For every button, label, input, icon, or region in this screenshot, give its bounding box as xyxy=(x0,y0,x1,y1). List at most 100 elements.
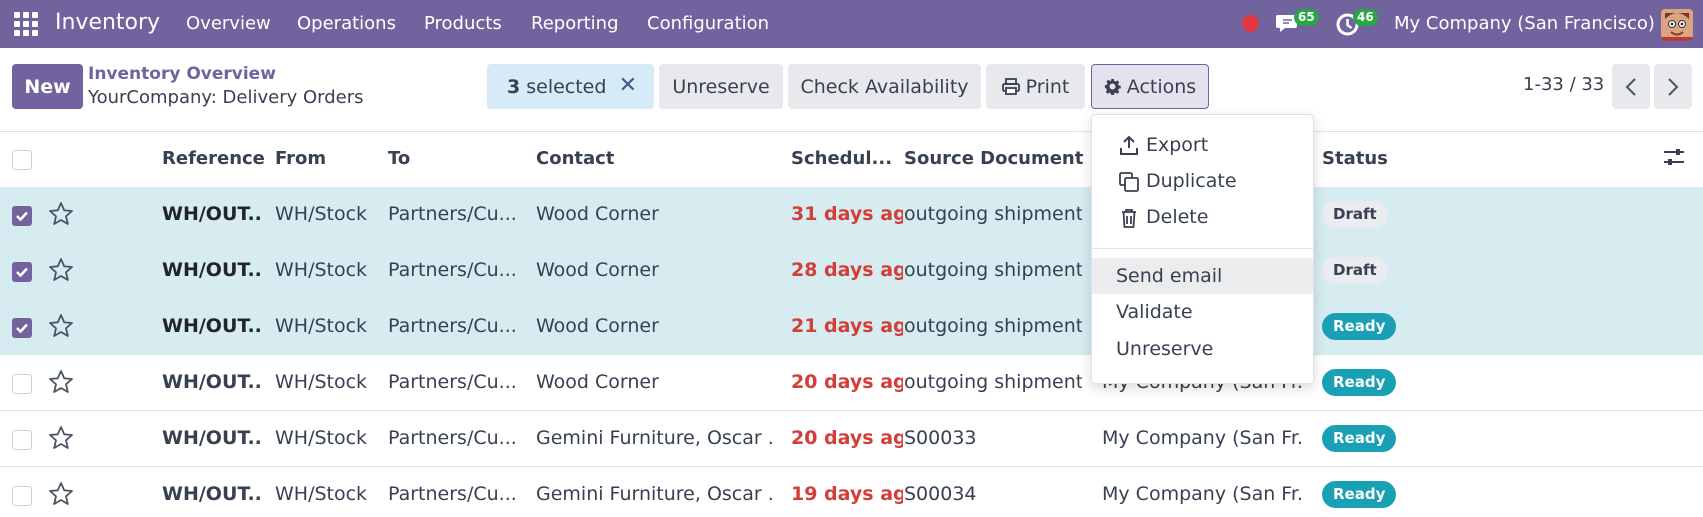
cell-from: WH/Stock xyxy=(275,203,368,225)
actions-dropdown-menu: Export Duplicate Delete Send email Valid… xyxy=(1091,114,1314,384)
table-row[interactable]: WH/OUT... WH/Stock Partners/Cu... Gemini Fu… xyxy=(0,467,1703,517)
upload-icon xyxy=(1120,135,1138,155)
cell-from: WH/Stock xyxy=(275,371,368,393)
menu-overview[interactable]: Overview xyxy=(186,13,271,34)
cell-from: WH/Stock xyxy=(275,427,368,449)
unreserve-button[interactable]: Unreserve xyxy=(659,64,783,109)
menu-reporting[interactable]: Reporting xyxy=(531,13,619,34)
table-row[interactable]: WH/OUT... WH/Stock Partners/Cu... Gemini Fu… xyxy=(0,411,1703,467)
print-button[interactable]: Print xyxy=(986,64,1085,109)
pager-value[interactable]: 1-33 / 33 xyxy=(1523,74,1604,95)
table-row[interactable]: WH/OUT... WH/Stock Partners/Cu... Wood Corn… xyxy=(0,243,1703,299)
printer-icon xyxy=(1001,78,1020,95)
priority-star-icon[interactable] xyxy=(48,481,74,507)
cell-from: WH/Stock xyxy=(275,483,368,505)
menu-item-delete-label: Delete xyxy=(1146,206,1209,228)
check-availability-button[interactable]: Check Availability xyxy=(788,64,981,109)
copy-icon xyxy=(1119,172,1139,192)
priority-star-icon[interactable] xyxy=(48,313,74,339)
cell-contact: Wood Corner xyxy=(536,315,659,337)
cell-reference: WH/OUT... xyxy=(162,371,262,393)
cell-scheduled: 20 days ago xyxy=(791,371,903,393)
menu-item-export-label: Export xyxy=(1146,134,1209,156)
new-button[interactable]: New xyxy=(12,64,83,109)
cell-reference: WH/OUT... xyxy=(162,259,262,281)
column-header-from[interactable]: From xyxy=(275,148,326,169)
menu-item-validate-label: Validate xyxy=(1116,301,1193,323)
cell-from: WH/Stock xyxy=(275,315,368,337)
row-checkbox[interactable] xyxy=(12,486,32,506)
column-header-source-document[interactable]: Source Document xyxy=(904,148,1083,169)
cell-source-document: S00033 xyxy=(904,427,977,449)
table-row[interactable]: WH/OUT... WH/Stock Partners/Cu... Wood Corn… xyxy=(0,355,1703,411)
chevron-left-icon xyxy=(1625,77,1636,96)
actions-button[interactable]: Actions xyxy=(1091,64,1209,109)
table-row[interactable]: WH/OUT... WH/Stock Partners/Cu... Wood Corn… xyxy=(0,299,1703,355)
table-row[interactable]: WH/OUT... WH/Stock Partners/Cu... Wood Corn… xyxy=(0,187,1703,243)
menu-configuration[interactable]: Configuration xyxy=(647,13,769,34)
activity-count-badge: 46 xyxy=(1353,9,1378,26)
row-checkbox[interactable] xyxy=(12,374,32,394)
apps-menu-icon[interactable] xyxy=(14,12,38,36)
cell-reference: WH/OUT... xyxy=(162,483,262,505)
menu-item-send-email[interactable]: Send email xyxy=(1092,258,1313,294)
menu-products[interactable]: Products xyxy=(424,13,502,34)
column-header-to[interactable]: To xyxy=(388,148,410,169)
chevron-right-icon xyxy=(1668,77,1679,96)
cell-company: My Company (San Fr... xyxy=(1102,427,1302,449)
status-badge: Ready xyxy=(1322,369,1397,396)
recording-indicator-icon[interactable] xyxy=(1242,15,1259,32)
column-header-scheduled[interactable]: Schedul... xyxy=(791,148,892,169)
breadcrumb-parent-link[interactable]: Inventory Overview xyxy=(88,64,276,84)
optional-columns-icon[interactable] xyxy=(1662,145,1686,169)
cell-company: My Company (San Fr... xyxy=(1102,483,1302,505)
menu-item-validate[interactable]: Validate xyxy=(1092,294,1313,330)
column-header-status[interactable]: Status xyxy=(1322,148,1388,169)
pager-previous-button[interactable] xyxy=(1612,64,1650,109)
status-badge: Ready xyxy=(1322,481,1397,508)
chat-count-badge: 65 xyxy=(1294,9,1319,26)
row-checkbox[interactable] xyxy=(12,430,32,450)
cell-contact: Gemini Furniture, Oscar ... xyxy=(536,483,774,505)
select-all-checkbox[interactable] xyxy=(12,150,32,170)
menu-item-duplicate[interactable]: Duplicate xyxy=(1092,163,1313,199)
menu-item-export[interactable]: Export xyxy=(1092,127,1313,163)
cell-scheduled: 31 days ago xyxy=(791,203,903,225)
column-header-contact[interactable]: Contact xyxy=(536,148,614,169)
gear-icon xyxy=(1104,78,1121,95)
actions-label: Actions xyxy=(1126,75,1197,98)
menu-item-unreserve[interactable]: Unreserve xyxy=(1092,331,1313,367)
row-checkbox[interactable] xyxy=(12,318,32,338)
cell-source-document: outgoing shipment xyxy=(904,315,1082,337)
user-avatar[interactable] xyxy=(1661,9,1693,41)
cell-reference: WH/OUT... xyxy=(162,315,262,337)
top-navbar: Inventory Overview Operations Products R… xyxy=(0,0,1703,48)
cell-contact: Wood Corner xyxy=(536,371,659,393)
priority-star-icon[interactable] xyxy=(48,369,74,395)
company-switcher[interactable]: My Company (San Francisco) xyxy=(1394,13,1655,34)
menu-item-delete[interactable]: Delete xyxy=(1092,199,1313,235)
cell-contact: Gemini Furniture, Oscar ... xyxy=(536,427,774,449)
row-checkbox[interactable] xyxy=(12,206,32,226)
menu-item-duplicate-label: Duplicate xyxy=(1146,170,1237,192)
cell-to: Partners/Cu... xyxy=(388,483,517,505)
selected-count: 3 xyxy=(507,75,521,98)
priority-star-icon[interactable] xyxy=(48,425,74,451)
cell-to: Partners/Cu... xyxy=(388,259,517,281)
cell-contact: Wood Corner xyxy=(536,203,659,225)
cell-to: Partners/Cu... xyxy=(388,371,517,393)
cell-from: WH/Stock xyxy=(275,259,368,281)
priority-star-icon[interactable] xyxy=(48,201,74,227)
status-badge: Ready xyxy=(1322,313,1397,340)
cell-scheduled: 19 days ago xyxy=(791,483,903,505)
priority-star-icon[interactable] xyxy=(48,257,74,283)
pager-next-button[interactable] xyxy=(1654,64,1692,109)
column-header-reference[interactable]: Reference xyxy=(162,148,265,169)
cell-scheduled: 28 days ago xyxy=(791,259,903,281)
app-name[interactable]: Inventory xyxy=(55,10,160,35)
clear-selection-icon[interactable]: ✕ xyxy=(619,73,637,98)
menu-operations[interactable]: Operations xyxy=(297,13,396,34)
row-checkbox[interactable] xyxy=(12,262,32,282)
table-header: Reference From To Contact Schedul... Sou… xyxy=(0,131,1703,188)
selection-indicator: 3 selected ✕ xyxy=(487,64,654,109)
